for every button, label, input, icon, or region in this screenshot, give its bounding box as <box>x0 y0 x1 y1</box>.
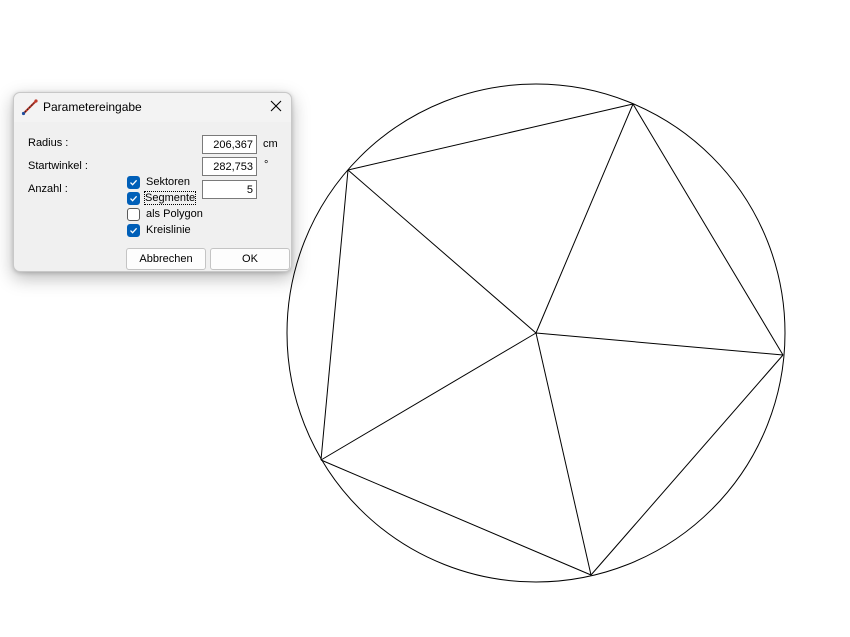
abbrechen-button[interactable]: Abbrechen <box>126 248 206 270</box>
dialog-title: Parametereingabe <box>43 100 142 114</box>
kreislinie-checkbox[interactable] <box>127 224 140 237</box>
startwinkel-unit: ° <box>264 159 269 171</box>
checkmark-icon <box>130 179 138 186</box>
segment-line <box>590 354 784 576</box>
startwinkel-label: Startwinkel : <box>28 160 88 172</box>
sector-line <box>320 332 537 461</box>
sector-line <box>347 169 537 334</box>
sektoren-label[interactable]: Sektoren <box>146 176 190 188</box>
segmente-checkbox[interactable] <box>127 192 140 205</box>
segment-line <box>320 169 349 461</box>
checkmark-icon <box>130 195 138 202</box>
segment-line <box>320 459 592 576</box>
als-polygon-checkbox[interactable] <box>127 208 140 221</box>
als-polygon-label[interactable]: als Polygon <box>146 208 203 220</box>
pencil-line-icon <box>21 99 38 116</box>
radius-label: Radius : <box>28 137 69 149</box>
startwinkel-input[interactable] <box>202 157 257 176</box>
sector-line <box>535 332 592 576</box>
dialog-titlebar[interactable]: Parametereingabe <box>14 93 291 122</box>
radius-input[interactable] <box>202 135 257 154</box>
sector-lines <box>320 103 784 576</box>
anzahl-input[interactable] <box>202 180 257 199</box>
sector-line <box>535 103 634 334</box>
parameter-dialog: Parametereingabe Radius : cm Startwinkel… <box>13 92 292 272</box>
segment-line <box>347 103 634 171</box>
radius-unit: cm <box>263 138 278 150</box>
ok-button[interactable]: OK <box>210 248 290 270</box>
kreislinie-label[interactable]: Kreislinie <box>146 224 191 236</box>
close-button[interactable] <box>261 93 291 120</box>
polygon-segments <box>320 103 784 576</box>
checkmark-icon <box>130 227 138 234</box>
anzahl-label: Anzahl : <box>28 183 68 195</box>
segment-line <box>632 103 784 356</box>
segmente-label[interactable]: Segmente <box>143 191 197 205</box>
sektoren-checkbox[interactable] <box>127 176 140 189</box>
close-icon <box>270 100 282 112</box>
sector-line <box>535 332 784 356</box>
